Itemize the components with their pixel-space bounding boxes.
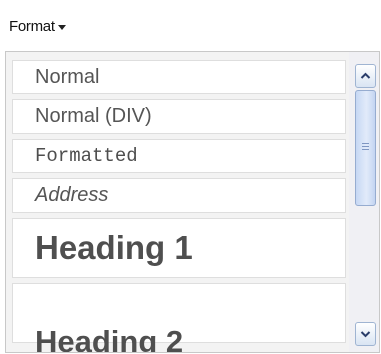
- format-option-normal-div[interactable]: Normal (DIV): [12, 99, 346, 134]
- format-option-address[interactable]: Address: [12, 178, 346, 213]
- format-dropdown-panel: Normal Normal (DIV) Formatted Address He…: [5, 51, 380, 353]
- format-option-heading-1[interactable]: Heading 1: [12, 218, 346, 278]
- format-dropdown-label: Format: [9, 17, 55, 35]
- arrow-up-icon: [360, 72, 371, 79]
- format-dropdown-button[interactable]: Format: [4, 6, 112, 46]
- scroll-up-button[interactable]: [355, 64, 376, 88]
- scroll-down-button[interactable]: [355, 322, 376, 346]
- arrow-down-icon: [360, 331, 371, 338]
- vertical-scrollbar[interactable]: [349, 52, 379, 352]
- format-option-formatted[interactable]: Formatted: [12, 139, 346, 173]
- format-option-heading-2[interactable]: Heading 2: [12, 283, 346, 352]
- grip-icon: [362, 143, 369, 150]
- chevron-down-icon: [57, 24, 66, 30]
- format-option-normal[interactable]: Normal: [12, 60, 346, 94]
- scrollbar-thumb[interactable]: [355, 90, 376, 206]
- format-list: Normal Normal (DIV) Formatted Address He…: [6, 52, 349, 352]
